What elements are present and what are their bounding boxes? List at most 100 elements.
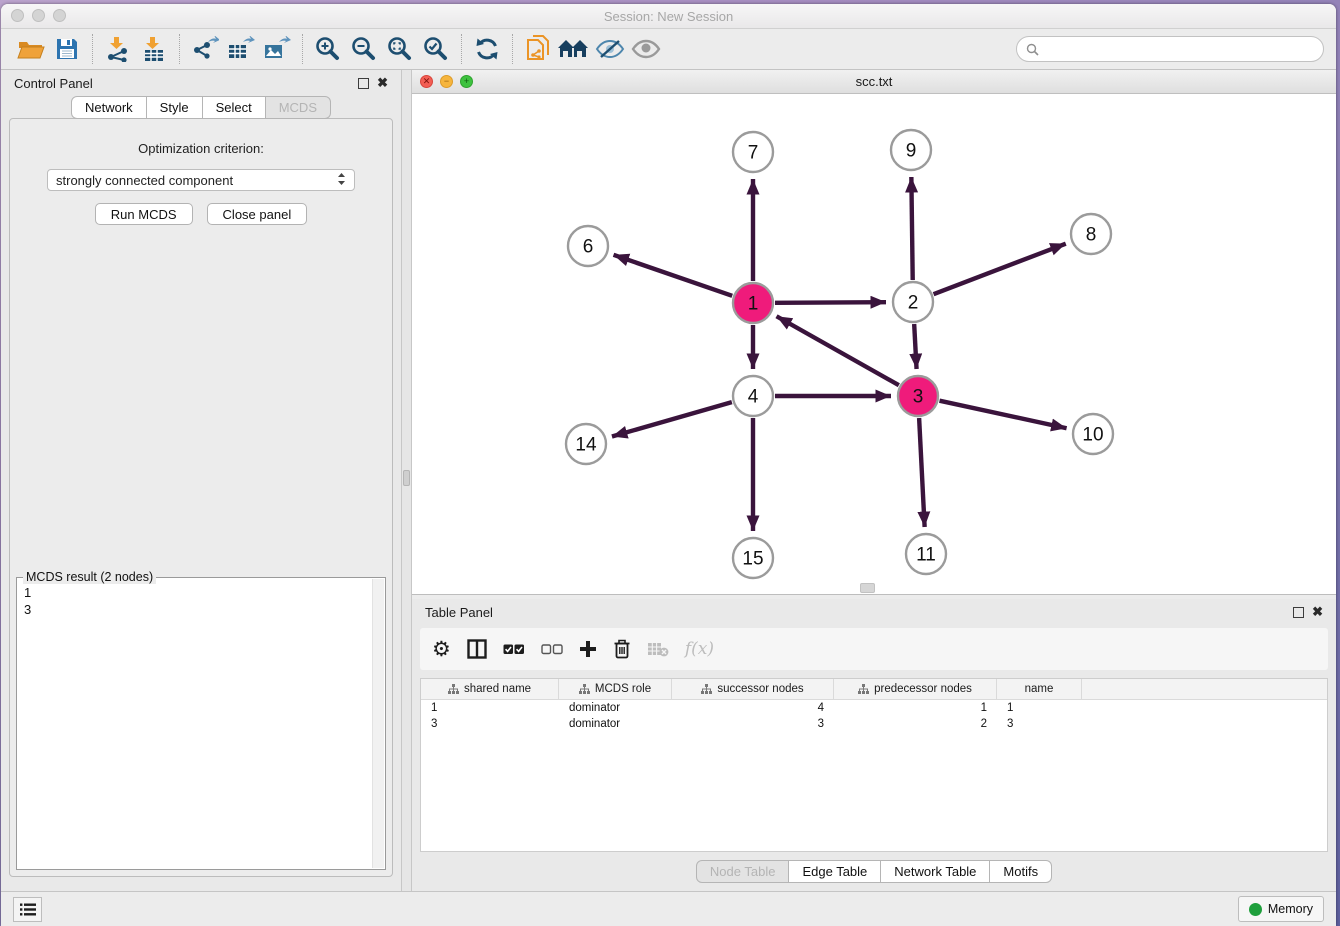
list-icon [20, 903, 36, 916]
node-10[interactable]: 10 [1073, 414, 1113, 454]
network-close-button[interactable]: ✕ [420, 75, 433, 88]
memory-status-dot [1249, 903, 1262, 916]
close-panel-icon[interactable]: ✖ [377, 77, 388, 89]
column-header-name[interactable]: name [997, 679, 1082, 699]
tree-icon [579, 684, 590, 695]
table-body: 1dominator4113dominator323 [421, 700, 1327, 732]
float-table-panel-icon[interactable] [1293, 607, 1304, 618]
delete-column-trash-icon[interactable] [613, 639, 631, 659]
network-zoom-button[interactable]: + [460, 75, 473, 88]
close-window-button[interactable] [11, 9, 24, 22]
edge-2-8[interactable] [934, 244, 1066, 295]
search-input[interactable] [1044, 41, 1314, 57]
open-session-icon[interactable] [13, 33, 49, 65]
node-2[interactable]: 2 [893, 282, 933, 322]
show-all-eye-icon[interactable] [628, 33, 664, 65]
edge-4-14[interactable] [612, 402, 732, 436]
node-7[interactable]: 7 [733, 132, 773, 172]
table-tab-edge-table[interactable]: Edge Table [789, 860, 881, 883]
ndex-homes-icon[interactable] [556, 33, 592, 65]
node-14[interactable]: 14 [566, 424, 606, 464]
memory-button[interactable]: Memory [1238, 896, 1324, 922]
tree-icon [701, 684, 712, 695]
search-box[interactable] [1016, 36, 1324, 62]
mcds-panel: Optimization criterion: strongly connect… [9, 118, 393, 877]
zoom-fit-icon[interactable] [382, 33, 418, 65]
float-panel-icon[interactable] [358, 78, 369, 89]
node-11[interactable]: 11 [906, 534, 946, 574]
create-column-plus-icon[interactable] [579, 640, 597, 658]
tab-mcds[interactable]: MCDS [266, 96, 331, 119]
hide-selected-eye-icon[interactable] [592, 33, 628, 65]
main-toolbar [1, 29, 1336, 70]
node-15[interactable]: 15 [733, 538, 773, 578]
svg-text:1: 1 [748, 294, 759, 315]
tab-style[interactable]: Style [147, 96, 203, 119]
column-header-predecessor-nodes[interactable]: predecessor nodes [834, 679, 997, 699]
zoom-out-icon[interactable] [346, 33, 382, 65]
edge-3-1[interactable] [777, 316, 899, 385]
node-4[interactable]: 4 [733, 376, 773, 416]
edge-3-11[interactable] [919, 418, 925, 527]
table-tab-node-table[interactable]: Node Table [696, 860, 790, 883]
column-selector-icon[interactable] [467, 639, 487, 659]
run-mcds-button[interactable]: Run MCDS [95, 203, 193, 225]
table-settings-gear-icon[interactable]: ⚙ [432, 639, 451, 660]
select-all-icon[interactable] [503, 643, 525, 655]
column-header-successor-nodes[interactable]: successor nodes [672, 679, 834, 699]
vertical-splitter[interactable] [401, 70, 412, 891]
column-header-shared-name[interactable]: shared name [421, 679, 559, 699]
split-collapse-handle[interactable] [860, 583, 875, 593]
table-tab-motifs[interactable]: Motifs [990, 860, 1052, 883]
dropdown-value: strongly connected component [56, 173, 233, 188]
node-8[interactable]: 8 [1071, 214, 1111, 254]
tab-network[interactable]: Network [71, 96, 147, 119]
network-graph: 1 2 3 4 6 7 8 9 10 11 14 15 [412, 94, 1335, 594]
table-cell: 2 [834, 716, 997, 732]
result-scrollbar[interactable] [372, 579, 384, 868]
zoom-selected-icon[interactable] [418, 33, 454, 65]
ndex-import-icon[interactable] [520, 33, 556, 65]
table-cell: 3 [997, 716, 1082, 732]
minimize-window-button[interactable] [32, 9, 45, 22]
edge-1-2[interactable] [775, 302, 886, 303]
status-bar: Memory [1, 891, 1336, 926]
edge-2-3[interactable] [914, 324, 916, 369]
table-tab-network-table[interactable]: Network Table [881, 860, 990, 883]
zoom-in-icon[interactable] [310, 33, 346, 65]
tab-select[interactable]: Select [203, 96, 266, 119]
tree-icon [448, 684, 459, 695]
column-header-mcds-role[interactable]: MCDS role [559, 679, 672, 699]
tree-icon [858, 684, 869, 695]
table-row[interactable]: 3dominator323 [421, 716, 1327, 732]
node-9[interactable]: 9 [891, 130, 931, 170]
save-session-icon[interactable] [49, 33, 85, 65]
refresh-layout-icon[interactable] [469, 33, 505, 65]
zoom-window-button[interactable] [53, 9, 66, 22]
control-panel-title: Control Panel [14, 76, 93, 91]
network-minimize-button[interactable]: − [440, 75, 453, 88]
close-panel-button[interactable]: Close panel [207, 203, 308, 225]
task-history-button[interactable] [13, 897, 42, 922]
import-table-icon[interactable] [136, 33, 172, 65]
import-network-icon[interactable] [100, 33, 136, 65]
table-header-row: shared nameMCDS rolesuccessor nodesprede… [421, 679, 1327, 700]
optimization-criterion-dropdown[interactable]: strongly connected component [47, 169, 355, 191]
svg-text:6: 6 [583, 237, 594, 258]
network-canvas[interactable]: 1 2 3 4 6 7 8 9 10 11 14 15 [412, 94, 1336, 594]
export-table-icon[interactable] [223, 33, 259, 65]
network-window-title: scc.txt [856, 74, 893, 89]
export-network-icon[interactable] [187, 33, 223, 65]
table-row[interactable]: 1dominator411 [421, 700, 1327, 716]
splitter-handle[interactable] [403, 470, 410, 486]
edge-3-10[interactable] [939, 401, 1066, 429]
edge-1-6[interactable] [614, 255, 733, 296]
deselect-all-icon[interactable] [541, 643, 563, 655]
control-panel-tabs: NetworkStyleSelectMCDS [1, 96, 401, 119]
node-3[interactable]: 3 [898, 376, 938, 416]
export-image-icon[interactable] [259, 33, 295, 65]
close-table-panel-icon[interactable]: ✖ [1312, 606, 1323, 618]
edge-2-9[interactable] [911, 177, 912, 280]
node-1[interactable]: 1 [733, 283, 773, 323]
node-6[interactable]: 6 [568, 226, 608, 266]
